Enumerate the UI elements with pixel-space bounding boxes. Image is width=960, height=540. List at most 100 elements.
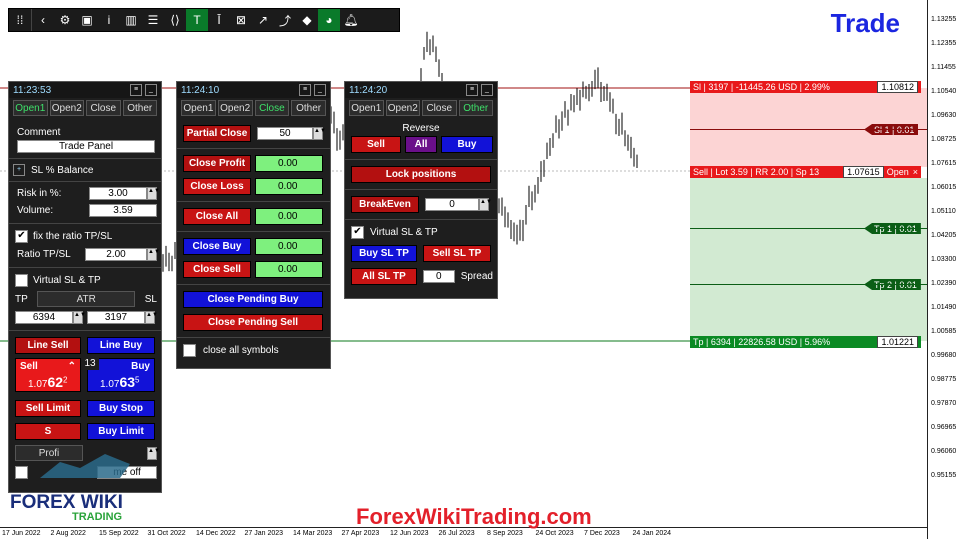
close-all-button[interactable]: Close All [183,208,251,225]
line-sell-button[interactable]: Line Sell [15,337,81,354]
breakeven-button[interactable]: BreakEven [351,196,419,213]
ratio-spinner[interactable]: ▲▼ [147,248,160,261]
close-profit-button[interactable]: Close Profit [183,155,251,172]
close-loss-button[interactable]: Close Loss [183,178,251,195]
sell-market-button[interactable]: Sell ⌃ 1.07622 [15,358,81,392]
sell-line-label[interactable]: Sell | Lot 3.59 | RR 2.00 | Sp 13 1.0761… [690,166,921,178]
t-icon[interactable]: T [186,9,208,31]
sl-mode-label[interactable]: SL % Balance [31,165,93,176]
grip-icon[interactable]: ⁞⁞ [9,9,31,31]
risk-label: Risk in %: [17,188,62,199]
crossed-icon[interactable]: ⊠ [230,9,252,31]
shield-icon[interactable]: ◆ [296,9,318,31]
tab-open2[interactable]: Open2 [217,100,253,116]
sell-stop-button[interactable]: S [15,423,81,440]
bars-icon[interactable]: ▥ [120,9,142,31]
tp-input[interactable]: 6394 [15,311,73,324]
close-pending-sell-button[interactable]: Close Pending Sell [183,314,323,331]
virtual-sltp-checkbox[interactable] [15,274,28,287]
price-tick: 0.96060 [931,448,957,455]
buy-price-small: 5 [135,375,140,385]
ratio-input[interactable]: 2.00 [85,248,147,261]
buy-limit-button[interactable]: Buy Limit [87,423,155,440]
sl-input[interactable]: 3197 [87,311,145,324]
partial-close-button[interactable]: Partial Close [183,125,251,142]
close-loss-value: 0.00 [255,178,323,195]
tab-open1[interactable]: Open1 [349,100,384,116]
logo-sub: TRADING [72,511,123,523]
reverse-sell-button[interactable]: Sell [351,136,401,153]
close-all-symbols-checkbox[interactable] [183,344,196,357]
bell-icon[interactable]: 🔔︎ [340,9,362,31]
reverse-buy-button[interactable]: Buy [441,136,493,153]
buy-sl-tp-button[interactable]: Buy SL TP [351,245,417,262]
minimize-icon[interactable]: _ [314,84,326,96]
time-tick: 14 Mar 2023 [293,530,333,537]
close-buy-button[interactable]: Close Buy [183,238,251,255]
back-icon[interactable]: ‹ [31,9,54,31]
spread-value: 13 [81,358,99,370]
pie-icon[interactable]: ◕ [318,9,340,31]
time-tick: 17 Jun 2022 [2,530,41,537]
line-buy-button[interactable]: Line Buy [87,337,155,354]
breakeven-input[interactable]: 0 [425,198,479,211]
minimize-icon[interactable]: _ [145,84,157,96]
comment-input[interactable]: Trade Panel [17,140,155,153]
time-tick: 7 Dec 2023 [584,530,620,537]
sl-label: SL [144,293,157,305]
sl-line-label[interactable]: Sl | 3197 | -11445.26 USD | 2.99% 1.1081… [690,81,921,93]
page-title: Trade [830,8,900,38]
price-tick: 1.05110 [931,208,956,215]
tab-other[interactable]: Other [458,100,493,116]
close-icon[interactable]: × [913,167,918,177]
trend2-icon[interactable]: ⤴ [274,9,296,31]
sell-sl-tp-button[interactable]: Sell SL TP [423,245,491,262]
sl-mode-plus-button[interactable]: + [13,164,25,176]
menu-icon[interactable]: ≡ [299,84,311,96]
minimize-icon[interactable]: _ [481,84,493,96]
risk-spinner[interactable]: ▲▼ [147,187,160,200]
menu-icon[interactable]: ≡ [130,84,142,96]
tp-spinner[interactable]: ▲▼ [73,311,86,324]
close-sell-button[interactable]: Close Sell [183,261,251,278]
close-pending-buy-button[interactable]: Close Pending Buy [183,291,323,308]
gear-icon[interactable]: ⚙ [54,9,76,31]
list-icon[interactable]: ☰ [142,9,164,31]
info-icon[interactable]: i [98,9,120,31]
sl-spinner[interactable]: ▲▼ [145,311,158,324]
close-all-symbols-label: close all symbols [203,345,279,356]
all-sl-tp-button[interactable]: All SL TP [351,268,417,285]
price-tick: 1.13255 [931,16,957,23]
buy-stop-button[interactable]: Buy Stop [87,400,155,417]
tab-open1[interactable]: Open1 [13,100,48,116]
lock-positions-button[interactable]: Lock positions [351,166,491,183]
tab-other[interactable]: Other [291,100,326,116]
tab-close[interactable]: Close [254,100,290,116]
cursor-icon[interactable]: Ī [208,9,230,31]
atr-button[interactable]: ATR [37,291,136,307]
tab-open2[interactable]: Open2 [385,100,420,116]
sell-limit-button[interactable]: Sell Limit [15,400,81,417]
code-icon[interactable]: ⟨⟩ [164,9,186,31]
fix-ratio-checkbox[interactable]: ✔ [15,230,28,243]
tab-open2[interactable]: Open2 [49,100,84,116]
menu-icon[interactable]: ≡ [466,84,478,96]
price-tick: 1.02390 [931,280,957,287]
partial-close-spinner[interactable]: ▲▼ [313,127,326,140]
spread-input[interactable]: 0 [422,270,455,283]
camera-icon[interactable]: ▣ [76,9,98,31]
breakeven-spinner[interactable]: ▲▼ [479,198,492,211]
tab-other[interactable]: Other [122,100,157,116]
virtual-sltp-label: Virtual SL & TP [33,275,101,286]
reverse-all-button[interactable]: All [405,136,437,153]
tab-close[interactable]: Close [422,100,457,116]
tp-line-label[interactable]: Tp | 6394 | 22826.58 USD | 5.96% 1.01221 [690,336,921,348]
virtual-sltp-checkbox[interactable]: ✔ [351,226,364,239]
tab-close[interactable]: Close [86,100,121,116]
risk-input[interactable]: 3.00 [89,187,147,200]
volume-input[interactable]: 3.59 [89,204,157,217]
buy-label: Buy [131,361,150,372]
partial-close-input[interactable]: 50 [257,127,313,140]
tab-open1[interactable]: Open1 [181,100,216,116]
trend-icon[interactable]: ↗ [252,9,274,31]
